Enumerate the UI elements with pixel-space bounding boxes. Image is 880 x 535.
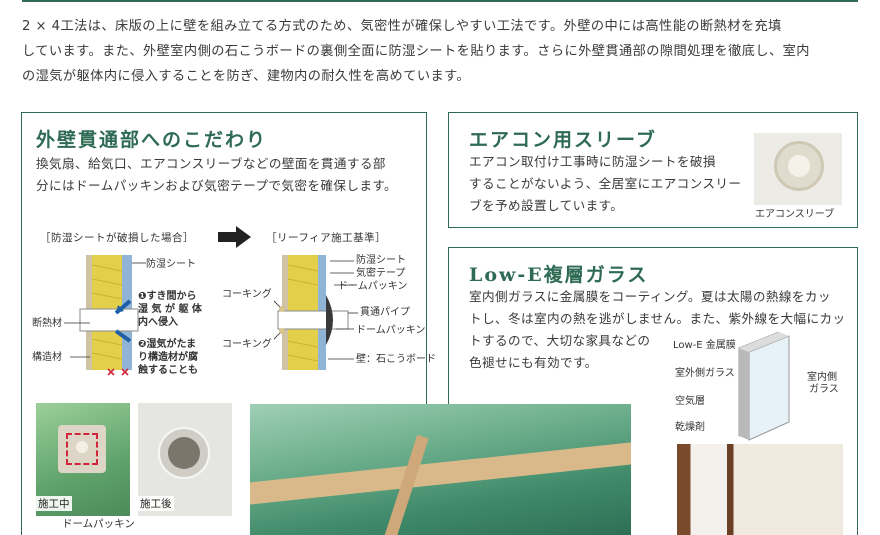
window-photo xyxy=(677,444,843,535)
sleeve-caption: エアコンスリーブ xyxy=(755,209,835,220)
note-line: ❶すき間から xyxy=(138,291,197,302)
sleeve-body-line: することがないよう、全居室にエアコンスリー xyxy=(469,176,742,191)
caulk-label-2: コーキング xyxy=(222,339,272,350)
arrow-right-icon xyxy=(218,226,251,248)
insulation-label: 断熱材 xyxy=(32,318,62,329)
bad-note-2: ❷湿気がたま り構造材が腐 蝕することも xyxy=(138,338,198,377)
note-line: 蝕することも xyxy=(138,365,198,376)
penetration-title: 外壁貫通部へのこだわり xyxy=(36,129,268,151)
good-sheet-label: 防湿シート xyxy=(356,255,406,266)
structure-label: 構造材 xyxy=(32,352,62,363)
glass-body-line: 室内側ガラスに金属膜をコーティング。夏は太陽の熱線をカッ xyxy=(469,289,831,304)
bad-sheet-label: 防湿シート xyxy=(146,259,196,270)
glass-inner-label-1: 室内側 xyxy=(807,372,837,383)
glass-dry-label: 乾燥剤 xyxy=(675,422,705,433)
board-label: 壁：石こうボード xyxy=(356,354,436,365)
ceiling-construction-photo xyxy=(250,404,631,535)
sleeve-body-line: エアコン取付け工事時に防湿シートを破損 xyxy=(469,154,716,169)
penetration-body: 換気扇、給気口、エアコンスリーブなどの壁面を貫通する部 分にはドームパッキンおよ… xyxy=(36,153,397,197)
note-line: ❷湿気がたま xyxy=(138,339,197,350)
packing-caption: ドームパッキン xyxy=(62,518,135,530)
glass-outer-label: 室外側ガラス xyxy=(675,368,735,379)
intro-text: 2 × 4工法は、床版の上に壁を組み立てる方式のため、気密性が確保しやすい工法で… xyxy=(22,14,864,89)
glass-body-line: トし、冬は室内の熱を逃がしません。また、紫外線を大幅にカッ xyxy=(469,311,846,326)
intro-line: しています。また、外壁室内側の石こうボードの裏側全面に防湿シートを貼ります。さら… xyxy=(22,44,810,59)
penetration-body-line: 換気扇、給気口、エアコンスリーブなどの壁面を貫通する部 xyxy=(36,156,386,171)
sleeve-title: エアコン用スリーブ xyxy=(469,129,657,151)
sleeve-hole xyxy=(168,437,200,469)
pipe-label: 貫通パイプ xyxy=(360,307,410,318)
caulk-label-1: コーキング xyxy=(222,289,272,300)
photo-after-construction: 施工後 xyxy=(138,403,232,516)
diagram-label-good: ［リーフィア施工基準］ xyxy=(266,232,387,244)
packing-label-2: ドームパッキン xyxy=(356,325,426,336)
bad-note-1: ❶すき間から 湿 気 が 躯 体 内へ侵入 xyxy=(138,290,202,329)
photo-during-construction: 施工中 xyxy=(36,403,130,516)
sleeve-panel: エアコン用スリーブ エアコン取付け工事時に防湿シートを破損 することがないよう、… xyxy=(448,112,858,228)
penetration-body-line: 分にはドームパッキンおよび気密テープで気密を確保します。 xyxy=(36,178,398,193)
top-divider xyxy=(22,0,858,2)
tape-label: 気密テープ xyxy=(356,268,406,279)
note-line: 湿 気 が 躯 体 xyxy=(138,304,202,315)
diagram-label-bad: ［防湿シートが破損した場合］ xyxy=(40,232,194,244)
beam xyxy=(250,439,631,507)
note-line: 内へ侵入 xyxy=(138,317,178,328)
sleeve-photo xyxy=(754,133,842,205)
glass-title: Low-E複層ガラス xyxy=(469,264,649,286)
intro-line: の湿気が躯体内に侵入することを防ぎ、建物内の耐久性を高めています。 xyxy=(22,69,471,84)
sleeve-center xyxy=(788,155,810,177)
intro-line: 2 × 4工法は、床版の上に壁を組み立てる方式のため、気密性が確保しやすい工法で… xyxy=(22,19,782,34)
sleeve-body-line: ブを予め設置しています。 xyxy=(469,198,624,213)
sleeve-body: エアコン取付け工事時に防湿シートを破損 することがないよう、全居室にエアコンスリ… xyxy=(469,151,741,217)
glass-inner-label-2: ガラス xyxy=(809,384,839,395)
photo-after-caption: 施工後 xyxy=(138,496,174,511)
packing-label-1: ドームパッキン xyxy=(338,281,408,292)
note-line: り構造材が腐 xyxy=(138,352,198,363)
glass-air-label: 空気層 xyxy=(675,396,705,407)
vent-hole xyxy=(76,441,88,453)
photo-during-caption: 施工中 xyxy=(36,496,72,511)
glass-film-label: Low-E 金属膜 xyxy=(673,340,736,351)
